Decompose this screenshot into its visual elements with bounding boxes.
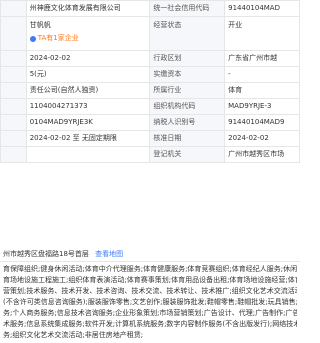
registration-number: 1104004271373 <box>25 98 151 115</box>
table-row: 甘帆帆 TA有1家企业 经营状态 开业 <box>0 16 300 51</box>
scope-line: 务;个人商务服务;信息技术咨询服务;企业形象策划;市场营销策划;广告设计、代理;… <box>3 309 297 317</box>
label-cell <box>0 66 27 83</box>
label-region: 行政区划 <box>149 50 226 67</box>
label-registration-authority: 登记机关 <box>149 146 226 163</box>
scope-line: 育保障组织;健身休闲活动;体育中介代理服务;体育健康服务;体育竞赛组织;体育经纪… <box>3 265 297 273</box>
company-name: 州神鹿文化体育发展有限公司 <box>25 0 151 17</box>
taxpayer-id-left: 0104MAD9YRJE3K <box>25 114 151 131</box>
label-org-code: 组织机构代码 <box>149 98 226 115</box>
taxpayer-id-value: 91440104MAD9 <box>224 114 300 131</box>
table-row: 州神鹿文化体育发展有限公司 统一社会信用代码 91440104MAD <box>0 0 300 17</box>
scope-line: (不含许可类信息咨询服务);服装服饰零售;文艺创作;服装服饰批发;鞋帽零售;鞋帽… <box>3 298 297 306</box>
establish-date: 2024-02-02 <box>25 50 151 67</box>
paid-capital-value: - <box>224 66 300 83</box>
label-cell <box>0 130 27 147</box>
registration-authority-value: 广州市越秀区市场 <box>224 146 300 163</box>
approval-date-value: 2024-02-02 <box>224 130 300 147</box>
scope-line: 育场地设施工程施工;组织体育表演活动;体育赛事策划;体育用品设备出租;体育场地设… <box>3 276 297 284</box>
label-taxpayer-id: 纳税人识别号 <box>149 114 226 131</box>
label-cell <box>0 50 27 67</box>
scope-line: 务;组织文化艺术交流活动;非居住房地产租赁; <box>3 331 144 339</box>
address-and-scope: 州市越秀区盘福路18号首层 查看地图 育保障组织;健身休闲活动;体育中介代理服务… <box>0 247 300 343</box>
table-row: 0104MAD9YRJE3K 纳税人识别号 91440104MAD9 <box>0 114 300 131</box>
legal-representative-cell: 甘帆帆 TA有1家企业 <box>25 16 151 51</box>
business-info-table: 州神鹿文化体育发展有限公司 统一社会信用代码 91440104MAD 甘帆帆 T… <box>0 0 300 163</box>
table-row: 2024-02-02 至 无固定期限 核准日期 2024-02-02 <box>0 130 300 147</box>
legal-rep-name[interactable]: 甘帆帆 <box>30 20 147 31</box>
business-scope: 育保障组织;健身休闲活动;体育中介代理服务;体育健康服务;体育竞赛组织;体育经纪… <box>0 262 300 343</box>
table-row: 1104004271373 组织机构代码 MAD9YRJE-3 <box>0 98 300 115</box>
status-value: 开业 <box>224 16 300 51</box>
address-row: 州市越秀区盘福路18号首层 查看地图 <box>0 247 300 262</box>
credit-code-value: 91440104MAD <box>224 0 300 17</box>
table-row: 责任公司(自然人独资) 所属行业 体育 <box>0 82 300 99</box>
company-type: 责任公司(自然人独资) <box>25 82 151 99</box>
scope-line: 营策划;技术服务、技术开发、技术咨询、技术交流、技术转让、技术推广;组织文化艺术… <box>3 287 297 295</box>
registered-address: 州市越秀区盘福路18号首层 <box>3 250 89 258</box>
table-row: 登记机关 广州市越秀区市场 <box>0 146 300 163</box>
registered-capital: 5(元) <box>25 66 151 83</box>
label-paid-capital: 实缴资本 <box>149 66 226 83</box>
region-value: 广东省广州市越 <box>224 50 300 67</box>
label-credit-code: 统一社会信用代码 <box>149 0 226 17</box>
label-cell <box>0 146 27 163</box>
scope-line: 术服务;信息系统集成服务;软件开发;计算机系统服务;数字内容制作服务(不含出版发… <box>3 320 297 328</box>
label-industry: 所属行业 <box>149 82 226 99</box>
table-row: 2024-02-02 行政区划 广东省广州市越 <box>0 50 300 67</box>
empty-value <box>25 146 151 163</box>
label-cell <box>0 98 27 115</box>
label-cell <box>0 0 27 17</box>
industry-value: 体育 <box>224 82 300 99</box>
label-cell <box>0 82 27 99</box>
label-status: 经营状态 <box>149 16 226 51</box>
enterprise-badge-icon <box>29 35 36 42</box>
view-map-link[interactable]: 查看地图 <box>95 250 123 258</box>
business-term: 2024-02-02 至 无固定期限 <box>25 130 151 147</box>
org-code-value: MAD9YRJE-3 <box>224 98 300 115</box>
label-cell <box>0 114 27 131</box>
label-cell <box>0 16 27 51</box>
label-approval-date: 核准日期 <box>149 130 226 147</box>
enterprise-count-badge[interactable]: TA有1家企业 <box>38 33 79 44</box>
table-row: 5(元) 实缴资本 - <box>0 66 300 83</box>
